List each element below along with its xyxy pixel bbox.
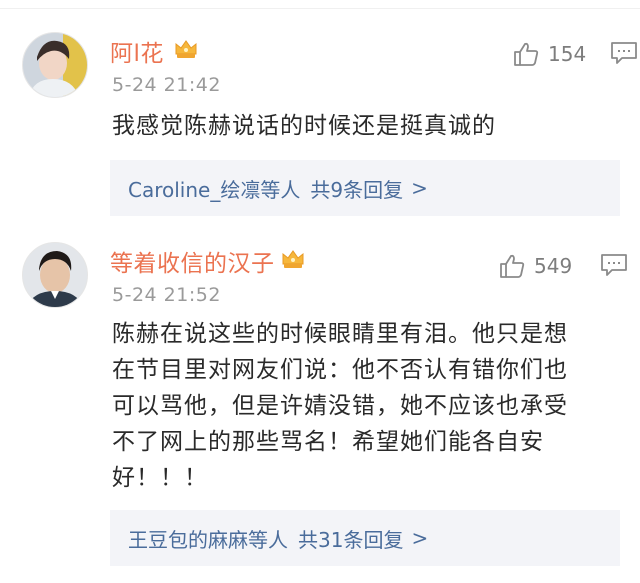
reply-others-label: 等人 [248,527,288,552]
comment-item: 阿l花 5-24 21:42 154 我感觉陈赫说话的时候还是挺真诚的 Caro… [0,20,640,220]
reply-names-link[interactable]: 王豆包的麻麻 [128,524,248,553]
like-count: 154 [548,42,587,66]
username[interactable]: 等着收信的汉子 [110,244,275,278]
timestamp: 5-24 21:42 [112,74,221,96]
chevron-right-icon: > [411,526,429,550]
reply-preview[interactable]: Caroline_绘凛 等人 共9条回复 > [110,160,620,216]
reply-count-link[interactable]: 共9条回复 [310,174,403,203]
comment-text: 我感觉陈赫说话的时候还是挺真诚的 [112,113,496,139]
reply-names-link[interactable]: Caroline_绘凛 [128,174,260,203]
reply-others-label: 等人 [260,177,301,202]
username[interactable]: 阿l花 [110,34,164,68]
top-divider [0,0,640,9]
like-button[interactable]: 154 [512,40,586,68]
like-button[interactable]: 549 [498,252,572,280]
reply-comment-icon[interactable] [610,40,638,66]
avatar[interactable] [22,242,88,308]
vip-crown-icon [175,40,197,58]
reply-comment-icon[interactable] [600,252,628,278]
timestamp: 5-24 21:52 [112,284,221,306]
thumbs-up-icon [514,42,539,66]
comment-text: 陈赫在说这些的时候眼睛里有泪。他只是想 在节目里对网友们说：他不否认有错你们也 … [112,321,568,491]
vip-crown-icon [282,250,304,268]
reply-preview[interactable]: 王豆包的麻麻 等人 共31条回复 > [110,510,620,566]
reply-count-link[interactable]: 共31条回复 [298,524,403,553]
chevron-right-icon: > [411,176,428,200]
like-count: 549 [534,254,573,278]
comment-item: 等着收信的汉子 5-24 21:52 549 陈赫在说这些的时候眼睛里有泪。他只… [0,232,640,577]
thumbs-up-icon [500,254,525,278]
avatar[interactable] [22,32,88,98]
